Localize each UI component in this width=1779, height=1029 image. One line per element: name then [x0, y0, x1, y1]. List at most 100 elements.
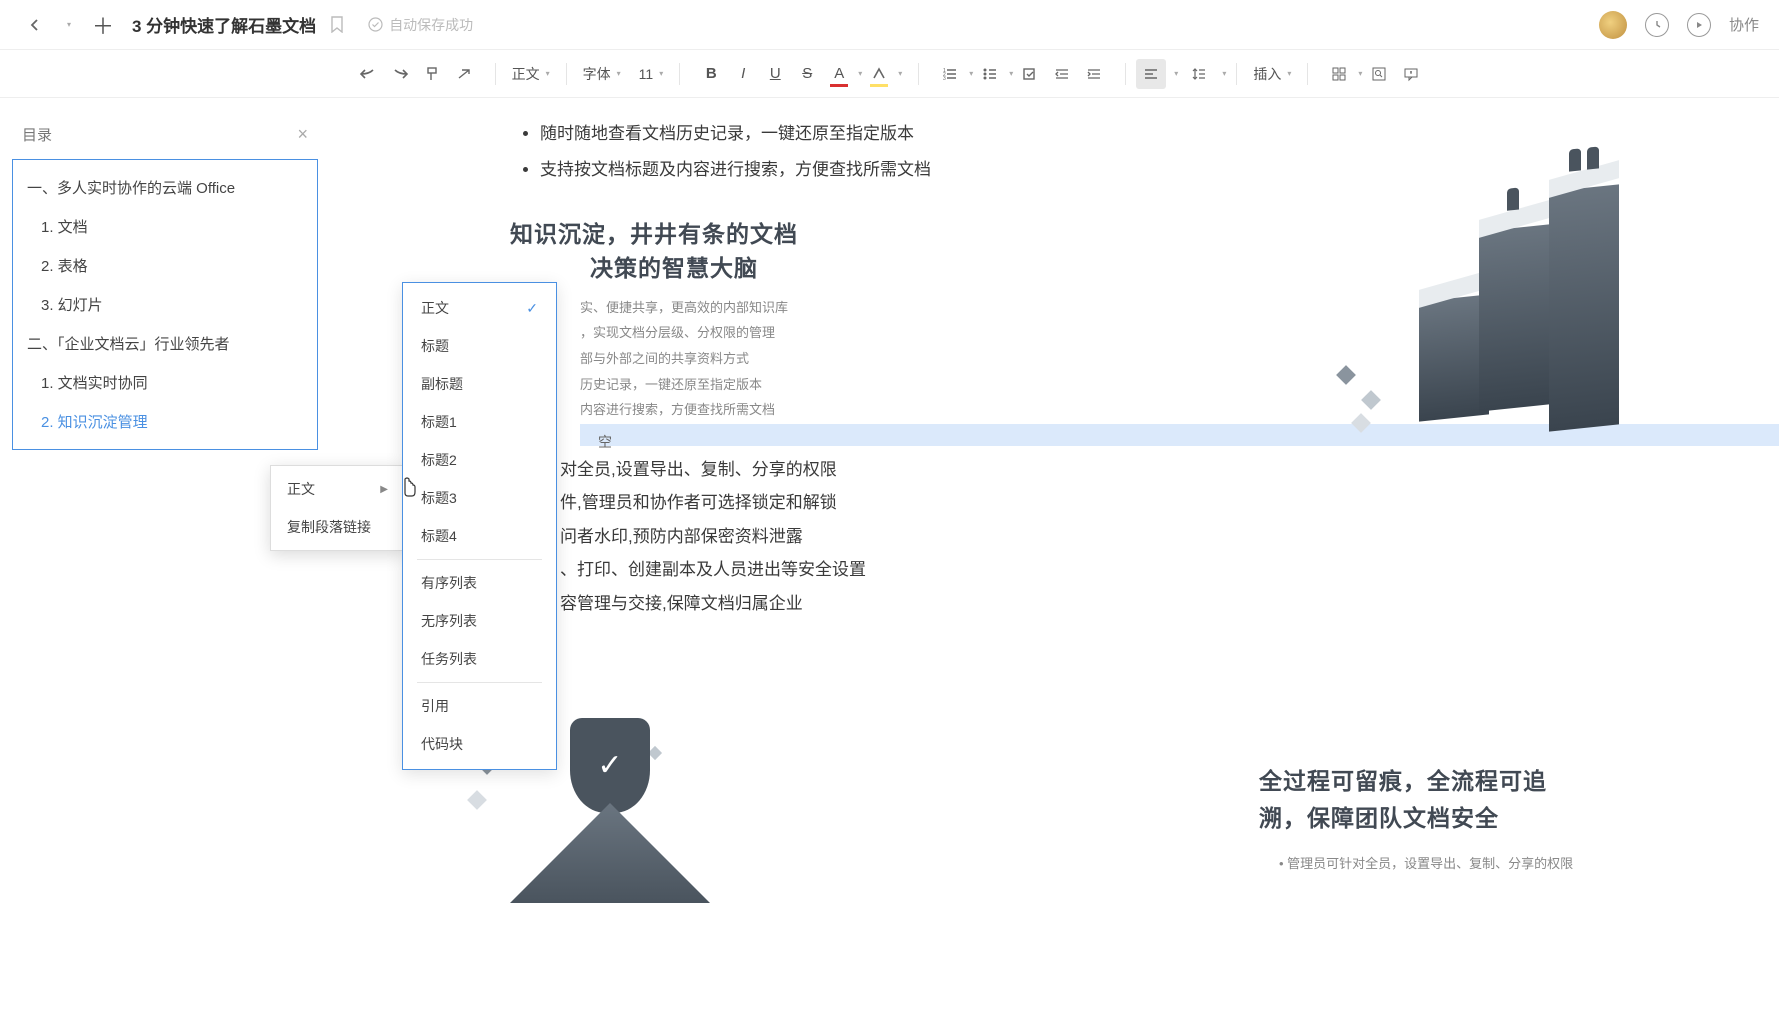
italic-button[interactable]: I	[728, 59, 758, 89]
strikethrough-button[interactable]: S	[792, 59, 822, 89]
peek-char: 空	[598, 434, 612, 450]
list-item[interactable]: 件,管理员和协作者可选择锁定和解锁	[560, 487, 1729, 518]
caret-down-icon[interactable]: ▾	[969, 69, 973, 78]
collaborate-button[interactable]: 协作	[1729, 14, 1759, 35]
bullet-text: 管理员可针对全员，设置导出、复制、分享的权限	[1287, 856, 1573, 871]
format-painter-button[interactable]	[417, 59, 447, 89]
check-icon: ✓	[526, 300, 538, 317]
context-menu-item-copy-link[interactable]: 复制段落链接	[271, 508, 404, 546]
section2-bullet: • 管理员可针对全员，设置导出、复制、分享的权限	[1279, 853, 1679, 872]
toc-item[interactable]: 二、「企业文档云」行业领先者	[13, 324, 317, 363]
paragraph-style-label: 正文	[512, 64, 540, 84]
submenu-item-title[interactable]: 标题	[403, 327, 556, 365]
caret-down-icon: ▾	[546, 69, 550, 78]
header-right: 协作	[1599, 11, 1759, 39]
submenu-item-quote[interactable]: 引用	[403, 687, 556, 725]
add-button[interactable]: ＋	[88, 10, 118, 40]
menu-label: 标题3	[421, 488, 457, 508]
font-family-select[interactable]: 字体 ▾	[577, 59, 627, 89]
back-button[interactable]	[20, 10, 50, 40]
submenu-item-ordered[interactable]: 有序列表	[403, 564, 556, 602]
menu-label: 复制段落链接	[287, 517, 371, 537]
autosave-text: 自动保存成功	[389, 15, 473, 35]
find-button[interactable]	[1364, 59, 1394, 89]
indent-button[interactable]	[1079, 59, 1109, 89]
toc-item[interactable]: 一、多人实时协作的云端 Office	[13, 168, 317, 207]
submenu-item-codeblock[interactable]: 代码块	[403, 725, 556, 763]
toc-item-active[interactable]: 2. 知识沉淀管理	[13, 402, 317, 441]
submenu-item-h2[interactable]: 标题2	[403, 441, 556, 479]
line-spacing-button[interactable]	[1184, 59, 1214, 89]
chevron-right-icon: ▶	[380, 484, 388, 495]
autosave-status: 自动保存成功	[368, 15, 473, 35]
menu-label: 标题4	[421, 526, 457, 546]
highlight-button[interactable]	[864, 59, 894, 89]
bookmark-icon[interactable]	[330, 16, 344, 33]
toc-item[interactable]: 2. 表格	[13, 246, 317, 285]
menu-label: 标题2	[421, 450, 457, 470]
submenu-item-tasklist[interactable]: 任务列表	[403, 640, 556, 678]
toc-item[interactable]: 1. 文档实时协同	[13, 363, 317, 402]
underline-button[interactable]: U	[760, 59, 790, 89]
user-avatar[interactable]	[1599, 11, 1627, 39]
illustration-towers	[1399, 168, 1719, 488]
toc-item[interactable]: 1. 文档	[13, 207, 317, 246]
list-item[interactable]: 随时随地查看文档历史记录，一键还原至指定版本	[540, 118, 1729, 150]
menu-label: 正文	[287, 479, 315, 499]
comment-button[interactable]	[1396, 59, 1426, 89]
outdent-button[interactable]	[1047, 59, 1077, 89]
caret-down-icon[interactable]: ▾	[1174, 69, 1178, 78]
menu-label: 任务列表	[421, 649, 477, 669]
heading-line: 溯，保障团队文档安全	[1259, 800, 1579, 837]
context-menu-item-style[interactable]: 正文 ▶	[271, 470, 404, 508]
caret-down-icon: ▾	[659, 69, 663, 78]
play-icon[interactable]	[1687, 13, 1711, 37]
caret-down-icon[interactable]: ▾	[1222, 69, 1226, 78]
submenu-item-h3[interactable]: 标题3	[403, 479, 556, 517]
formatting-toolbar: 正文 ▾ 字体 ▾ 11 ▾ B I U S A ▾ ▾ 123 ▾ ▾ ▾ ▾…	[0, 50, 1779, 98]
menu-label: 引用	[421, 696, 449, 716]
undo-button[interactable]	[353, 59, 383, 89]
menu-label: 标题1	[421, 412, 457, 432]
submenu-item-unordered[interactable]: 无序列表	[403, 602, 556, 640]
submenu-item-subtitle[interactable]: 副标题	[403, 365, 556, 403]
document-title: 3 分钟快速了解石墨文档	[132, 12, 316, 37]
style-submenu: 正文 ✓ 标题 副标题 标题1 标题2 标题3 标题4 有序列表 无序列表 任务…	[402, 282, 557, 770]
layout-button[interactable]	[1324, 59, 1354, 89]
section-heading-2[interactable]: 全过程可留痕，全流程可追 溯，保障团队文档安全	[1259, 763, 1579, 837]
ordered-list-button[interactable]: 123	[935, 59, 965, 89]
bold-button[interactable]: B	[696, 59, 726, 89]
main-area: 目录 × 一、多人实时协作的云端 Office 1. 文档 2. 表格 3. 幻…	[0, 98, 1779, 1029]
caret-down-icon[interactable]: ▾	[898, 69, 902, 78]
submenu-item-h1[interactable]: 标题1	[403, 403, 556, 441]
unordered-list-button[interactable]	[975, 59, 1005, 89]
caret-down-icon: ▾	[1287, 69, 1291, 78]
list-item[interactable]: 、打印、创建副本及人员进出等安全设置	[560, 554, 1729, 585]
align-button[interactable]	[1136, 59, 1166, 89]
font-size-select[interactable]: 11 ▾	[633, 59, 670, 89]
redo-button[interactable]	[385, 59, 415, 89]
toc-item[interactable]: 3. 幻灯片	[13, 285, 317, 324]
list-item[interactable]: 问者水印,预防内部保密资料泄露	[560, 521, 1729, 552]
menu-label: 正文	[421, 298, 449, 318]
toc-list: 一、多人实时协作的云端 Office 1. 文档 2. 表格 3. 幻灯片 二、…	[12, 159, 318, 450]
clear-format-button[interactable]	[449, 59, 479, 89]
close-icon[interactable]: ×	[297, 124, 308, 145]
list-item[interactable]: 容管理与交接,保障文档归属企业	[560, 588, 1729, 619]
insert-select[interactable]: 插入 ▾	[1247, 59, 1297, 89]
back-dropdown-icon[interactable]: ▾	[64, 10, 74, 40]
menu-divider	[417, 682, 542, 683]
font-color-button[interactable]: A	[824, 59, 854, 89]
caret-down-icon[interactable]: ▾	[1009, 69, 1013, 78]
caret-down-icon[interactable]: ▾	[1358, 69, 1362, 78]
submenu-item-body[interactable]: 正文 ✓	[403, 289, 556, 327]
heading-line: 全过程可留痕，全流程可追	[1259, 763, 1579, 800]
submenu-item-h4[interactable]: 标题4	[403, 517, 556, 555]
checklist-button[interactable]	[1015, 59, 1045, 89]
caret-down-icon[interactable]: ▾	[858, 69, 862, 78]
toc-header: 目录 ×	[12, 116, 318, 159]
paragraph-style-select[interactable]: 正文 ▾	[506, 59, 556, 89]
svg-text:3: 3	[943, 76, 946, 82]
menu-label: 代码块	[421, 734, 463, 754]
history-icon[interactable]	[1645, 13, 1669, 37]
